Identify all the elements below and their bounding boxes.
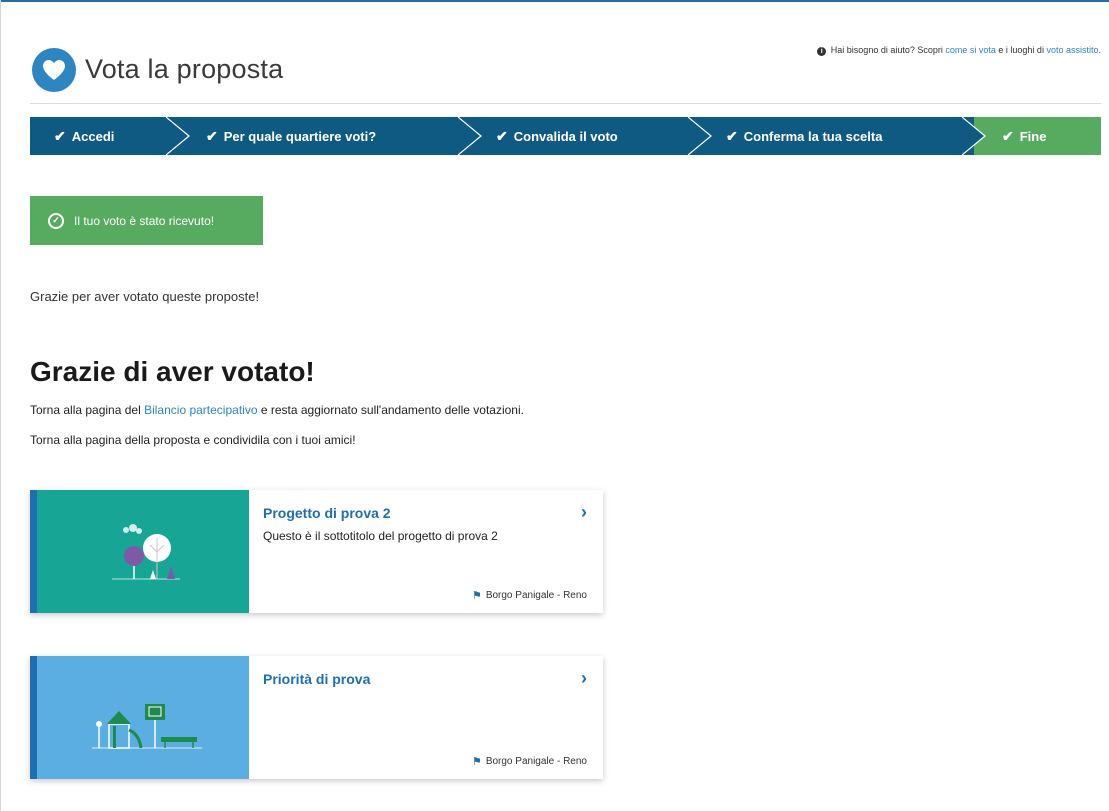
left-border: [0, 0, 1, 811]
step-quartiere: ✔ Per quale quartiere voti?: [178, 117, 482, 155]
check-icon: ✔: [206, 127, 218, 144]
card-accent-bar: [30, 656, 37, 779]
check-icon: ✔: [496, 127, 508, 144]
card-subtitle: Questo è il sottotitolo del progetto di …: [263, 529, 498, 543]
line1-before: Torna alla pagina del: [30, 403, 145, 417]
step-conferma: ✔ Conferma la tua scelta: [700, 117, 986, 155]
thanks-message: Grazie per aver votato queste proposte!: [30, 289, 260, 304]
card-accent-bar: [30, 490, 37, 613]
help-suffix: .: [1098, 45, 1101, 55]
chevron-right-icon[interactable]: ›: [581, 502, 587, 523]
card-illustration: [37, 490, 249, 613]
step-label: Accedi: [71, 128, 115, 144]
playground-illustration: [92, 704, 202, 749]
step-label: Convalida il voto: [513, 128, 618, 144]
top-border: [0, 0, 1109, 2]
progress-stepper: ✔ Accedi ✔ Per quale quartiere voti? ✔ C…: [30, 117, 1101, 155]
step-separator: [458, 117, 482, 155]
step-separator: [688, 117, 712, 155]
assisted-voting-link[interactable]: voto assistito: [1046, 45, 1098, 55]
flag-icon: ⚑: [471, 756, 482, 768]
help-prefix: Hai bisogno di aiuto? Scopri: [830, 45, 946, 55]
chevron-right-icon[interactable]: ›: [581, 668, 587, 689]
card-title[interactable]: Progetto di prova 2: [263, 505, 589, 521]
flag-icon: ⚑: [471, 590, 482, 602]
help-middle: e i luoghi di: [995, 45, 1047, 55]
proposal-card[interactable]: Progetto di prova 2 Questo è il sottotit…: [30, 490, 603, 613]
share-text: Torna alla pagina della proposta e condi…: [30, 433, 356, 447]
card-title[interactable]: Priorità di prova: [263, 671, 589, 687]
proposal-card[interactable]: Priorità di prova › ⚑ Borgo Panigale - R…: [30, 656, 603, 779]
heart-icon: [32, 48, 76, 92]
info-circle-icon: i: [817, 47, 827, 56]
check-icon: ✔: [726, 127, 738, 144]
location-label: Borgo Panigale - Reno: [485, 756, 587, 767]
step-convalida: ✔ Convalida il voto: [470, 117, 712, 155]
check-icon: ✔: [54, 127, 66, 144]
step-accedi: ✔ Accedi: [30, 117, 190, 155]
card-location: ⚑ Borgo Panigale - Reno: [472, 589, 587, 602]
how-to-vote-link[interactable]: come si vota: [945, 45, 996, 55]
location-label: Borgo Panigale - Reno: [485, 590, 587, 601]
card-illustration: [37, 656, 249, 779]
card-body: Progetto di prova 2 Questo è il sottotit…: [249, 490, 603, 613]
step-fine: ✔ Fine: [974, 117, 1101, 155]
help-text: i Hai bisogno di aiuto? Scopri come si v…: [817, 45, 1101, 56]
page-title: Vota la proposta: [85, 54, 284, 84]
success-alert: ✓ Il tuo voto è stato ricevuto!: [30, 196, 263, 245]
alert-text: Il tuo voto è stato ricevuto!: [74, 213, 215, 228]
step-separator: [166, 117, 190, 155]
card-body: Priorità di prova › ⚑ Borgo Panigale - R…: [249, 656, 603, 779]
check-icon: ✔: [1002, 127, 1014, 144]
step-label: Fine: [1019, 128, 1047, 144]
back-to-budget-text: Torna alla pagina del Bilancio partecipa…: [30, 403, 524, 417]
step-label: Per quale quartiere voti?: [223, 128, 377, 144]
page-header: Vota la proposta i Hai bisogno di aiuto?…: [30, 38, 1101, 104]
step-separator: [962, 117, 986, 155]
step-label: Conferma la tua scelta: [743, 128, 883, 144]
line1-after: e resta aggiornato sull'andamento delle …: [257, 403, 524, 417]
check-circle-icon: ✓: [48, 212, 64, 229]
bilancio-partecipativo-link[interactable]: Bilancio partecipativo: [144, 403, 257, 417]
park-trees-illustration: [112, 524, 180, 580]
card-location: ⚑ Borgo Panigale - Reno: [472, 755, 587, 768]
thanks-heading: Grazie di aver votato!: [30, 356, 315, 387]
